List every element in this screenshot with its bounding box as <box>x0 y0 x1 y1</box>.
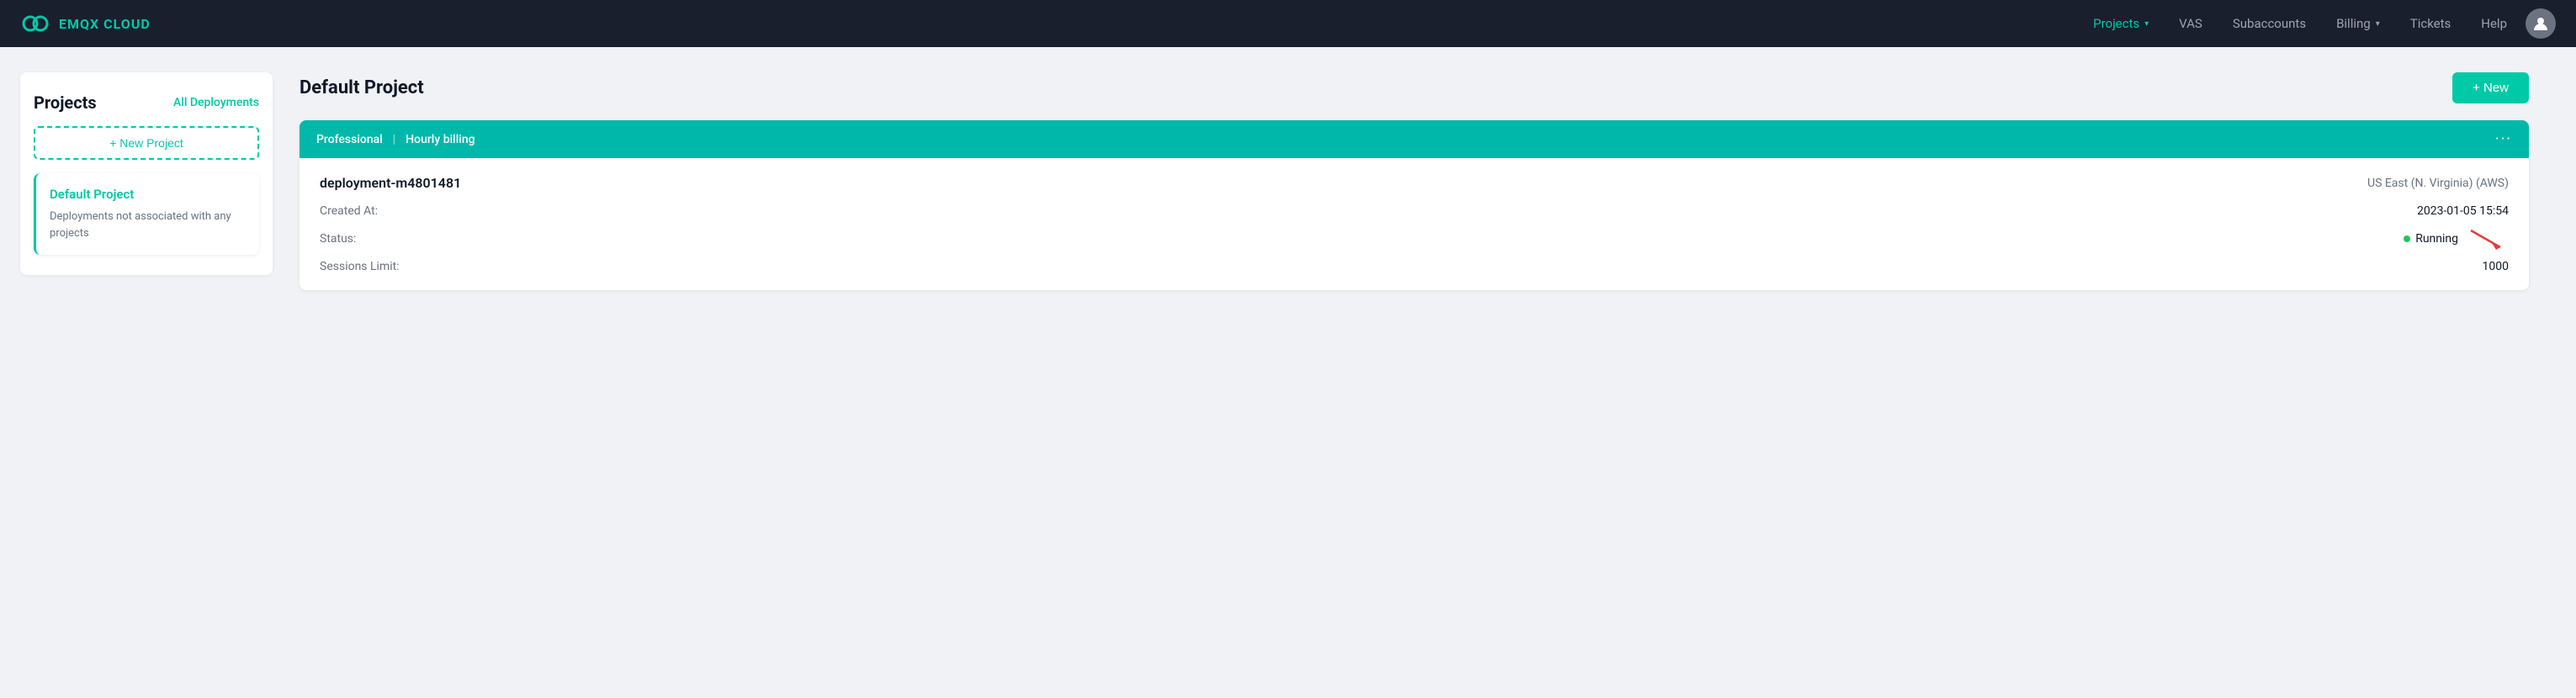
status-dot-icon <box>2404 235 2410 242</box>
nav-subaccounts[interactable]: Subaccounts <box>2221 9 2318 38</box>
page-title: Default Project <box>299 77 424 98</box>
sessions-limit-value: 1000 <box>2483 260 2509 273</box>
nav-items: Projects ▾ VAS Subaccounts Billing ▾ Tic… <box>2081 8 2556 39</box>
nav-tickets[interactable]: Tickets <box>2398 9 2463 38</box>
nav-projects[interactable]: Projects ▾ <box>2081 9 2160 38</box>
plan-tag: Professional <box>316 133 383 146</box>
new-project-button[interactable]: + New Project <box>34 126 259 160</box>
sidebar: Projects All Deployments + New Project D… <box>20 72 273 275</box>
card-menu-dots[interactable]: ··· <box>2495 130 2512 148</box>
deployment-name: deployment-m4801481 <box>320 175 461 191</box>
status-row: Status: Running <box>320 226 2509 251</box>
deployment-card-header-labels: Professional | Hourly billing <box>316 133 475 146</box>
content-header: Default Project + New <box>299 72 2529 103</box>
created-at-value: 2023-01-05 15:54 <box>2417 204 2509 218</box>
created-at-label: Created At: <box>320 204 378 218</box>
project-item-name: Default Project <box>50 187 246 202</box>
sidebar-title: Projects <box>34 93 97 113</box>
chevron-down-icon: ▾ <box>2144 19 2149 29</box>
deployment-details: Created At: 2023-01-05 15:54 Status: Run… <box>320 204 2509 273</box>
main-content: Default Project + New Professional | Hou… <box>273 72 2556 673</box>
deployment-card-header: Professional | Hourly billing ··· <box>299 120 2529 158</box>
red-arrow-annotation <box>2467 226 2509 251</box>
sidebar-header: Projects All Deployments <box>34 93 259 113</box>
default-project-item[interactable]: Default Project Deployments not associat… <box>34 173 259 255</box>
deployment-card-body: deployment-m4801481 US East (N. Virginia… <box>299 158 2529 290</box>
new-deployment-button[interactable]: + New <box>2452 72 2529 103</box>
deployment-main-row: deployment-m4801481 US East (N. Virginia… <box>320 175 2509 191</box>
main-layout: Projects All Deployments + New Project D… <box>0 47 2576 698</box>
deployment-region: US East (N. Virginia) (AWS) <box>2367 177 2509 190</box>
status-value: Running <box>2404 226 2509 251</box>
nav-billing[interactable]: Billing ▾ <box>2324 9 2392 38</box>
chevron-down-icon: ▾ <box>2376 19 2380 29</box>
created-at-row: Created At: 2023-01-05 15:54 <box>320 204 2509 218</box>
status-label: Status: <box>320 232 356 246</box>
logo-area: EMQX CLOUD <box>20 8 151 39</box>
project-item-description: Deployments not associated with any proj… <box>50 209 246 241</box>
user-avatar[interactable] <box>2526 8 2556 39</box>
header-divider: | <box>393 133 395 146</box>
app-title: EMQX CLOUD <box>59 16 151 32</box>
sessions-limit-label: Sessions Limit: <box>320 260 400 273</box>
status-text: Running <box>2415 232 2458 246</box>
deployment-card: Professional | Hourly billing ··· deploy… <box>299 120 2529 290</box>
billing-tag: Hourly billing <box>405 133 474 146</box>
all-deployments-link[interactable]: All Deployments <box>173 96 259 109</box>
nav-help[interactable]: Help <box>2469 9 2519 38</box>
sessions-limit-row: Sessions Limit: 1000 <box>320 260 2509 273</box>
emqx-logo-icon <box>20 8 50 39</box>
nav-vas[interactable]: VAS <box>2167 9 2214 38</box>
top-navigation: EMQX CLOUD Projects ▾ VAS Subaccounts Bi… <box>0 0 2576 47</box>
